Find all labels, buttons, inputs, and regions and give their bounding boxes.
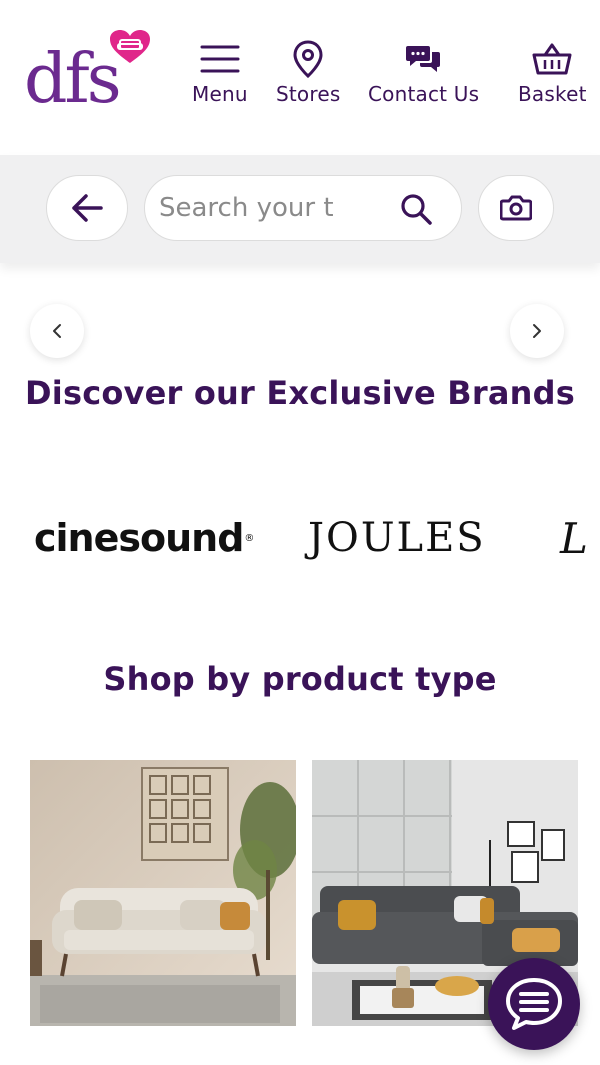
brand-joules-text: JOULES: [308, 515, 486, 561]
brands-section-title: Discover our Exclusive Brands: [25, 374, 575, 412]
search-field[interactable]: [144, 175, 462, 241]
live-chat-button[interactable]: [488, 958, 580, 1050]
dfs-logo[interactable]: dfs: [24, 28, 154, 118]
chat-bubbles-icon: [405, 40, 442, 78]
nav-contact-us[interactable]: Contact Us: [368, 40, 479, 106]
nav-basket[interactable]: Basket: [518, 40, 587, 106]
nav-stores-label: Stores: [276, 82, 341, 106]
product-tile-sofas[interactable]: [30, 760, 296, 1026]
camera-icon: [500, 195, 532, 221]
chat-icon: [506, 978, 562, 1030]
nav-stores[interactable]: Stores: [276, 40, 340, 106]
site-header: dfs Menu Stores Contact Us Basket: [0, 0, 600, 155]
menu-icon: [200, 40, 240, 78]
arrow-left-icon: [72, 194, 103, 222]
brand-cinesound-logo[interactable]: cinesound ®: [34, 512, 254, 564]
visual-search-button[interactable]: [478, 175, 554, 241]
registered-mark: ®: [244, 532, 254, 544]
carousel-next-button[interactable]: [510, 304, 564, 358]
nav-menu-label: Menu: [192, 82, 248, 106]
chevron-right-icon: [533, 324, 541, 338]
chevron-left-icon: [53, 324, 61, 338]
brand-cinesound-text: cinesound: [34, 516, 244, 560]
search-input[interactable]: [159, 193, 359, 223]
logo-text: dfs: [24, 40, 122, 119]
location-pin-icon: [293, 40, 323, 78]
nav-basket-label: Basket: [518, 82, 587, 106]
product-section-title: Shop by product type: [103, 660, 497, 698]
search-icon[interactable]: [399, 192, 433, 226]
nav-contact-label: Contact Us: [368, 82, 480, 106]
brand-joules-logo[interactable]: JOULES: [308, 512, 486, 564]
search-bar: [0, 155, 600, 263]
sofa-room-image: [30, 760, 296, 1026]
brand-partial-text: L: [560, 513, 588, 563]
brand-partial-logo[interactable]: L: [560, 512, 588, 564]
basket-icon: [532, 40, 572, 78]
back-button[interactable]: [46, 175, 128, 241]
carousel-prev-button[interactable]: [30, 304, 84, 358]
nav-menu[interactable]: Menu: [192, 40, 248, 106]
